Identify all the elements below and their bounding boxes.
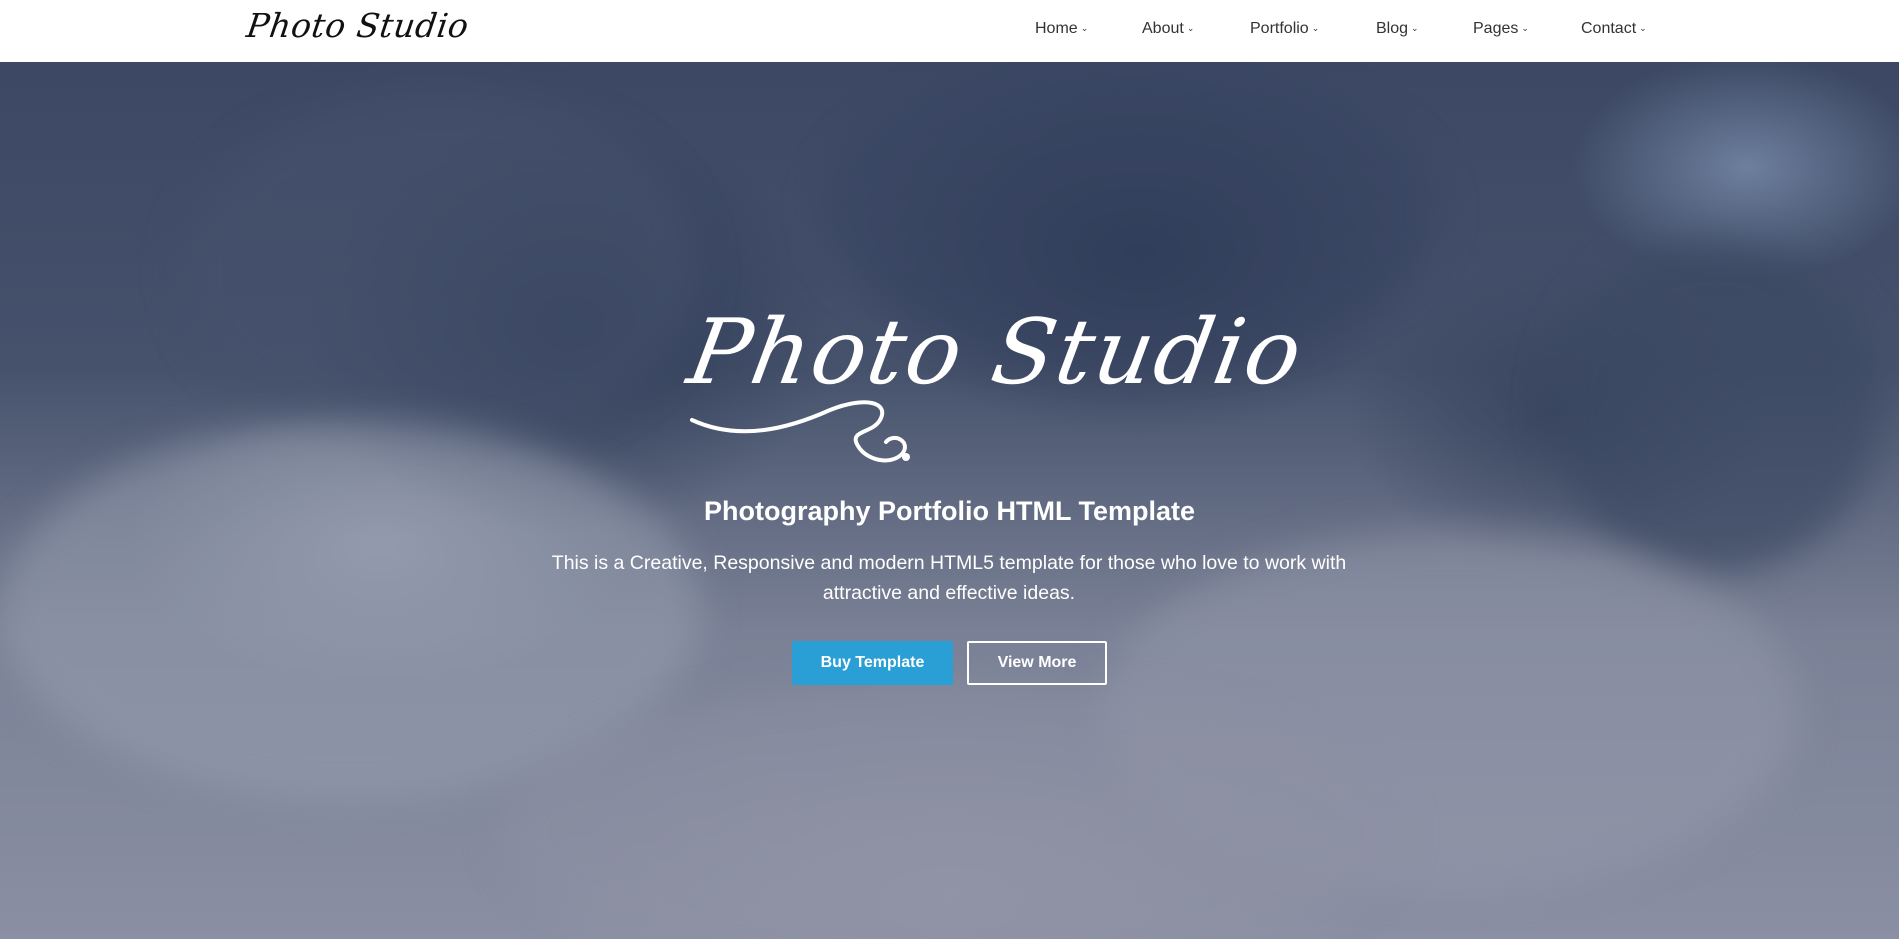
chevron-down-icon: ⌄ [1521,23,1529,33]
hero-subtitle: Photography Portfolio HTML Template [704,496,1195,526]
chevron-down-icon: ⌄ [1080,23,1089,33]
nav-item-about[interactable]: About ⌄ [1142,20,1194,38]
nav-item-label: Home [1035,20,1078,37]
nav-item-label: Blog [1376,20,1409,37]
buy-template-button[interactable]: Buy Template [792,641,953,685]
chevron-down-icon: ⌄ [1311,23,1320,33]
nav-item-pages[interactable]: Pages ⌄ [1473,20,1529,38]
hero-description: This is a Creative, Responsive and moder… [551,552,1347,604]
nav-item-label: Contact [1581,20,1637,37]
chevron-down-icon: ⌄ [1639,23,1647,33]
nav-item-label: About [1142,20,1184,37]
hero-background-cloud [180,92,700,452]
nav-item-contact[interactable]: Contact ⌄ [1581,20,1647,38]
main-nav: Home ⌄ About ⌄ Portfolio ⌄ Blog ⌄ Pages ⌄ Con… [0,0,1899,62]
chevron-down-icon: ⌄ [1411,23,1419,33]
hero-section: Photo Studio Photography Portfolio HTML … [0,62,1899,939]
view-more-button[interactable]: View More [967,641,1107,685]
nav-item-label: Pages [1473,20,1519,37]
nav-item-blog[interactable]: Blog ⌄ [1376,20,1419,38]
nav-item-portfolio[interactable]: Portfolio ⌄ [1250,20,1319,38]
nav-item-label: Portfolio [1250,20,1309,37]
chevron-down-icon: ⌄ [1186,23,1195,33]
hero-logo: Photo Studio [680,300,1311,490]
navbar: Photo Studio Home ⌄ About ⌄ Portfolio ⌄ Blo… [0,0,1899,62]
hero-logo-swash [690,400,910,463]
nav-item-home[interactable]: Home ⌄ [1035,20,1088,38]
